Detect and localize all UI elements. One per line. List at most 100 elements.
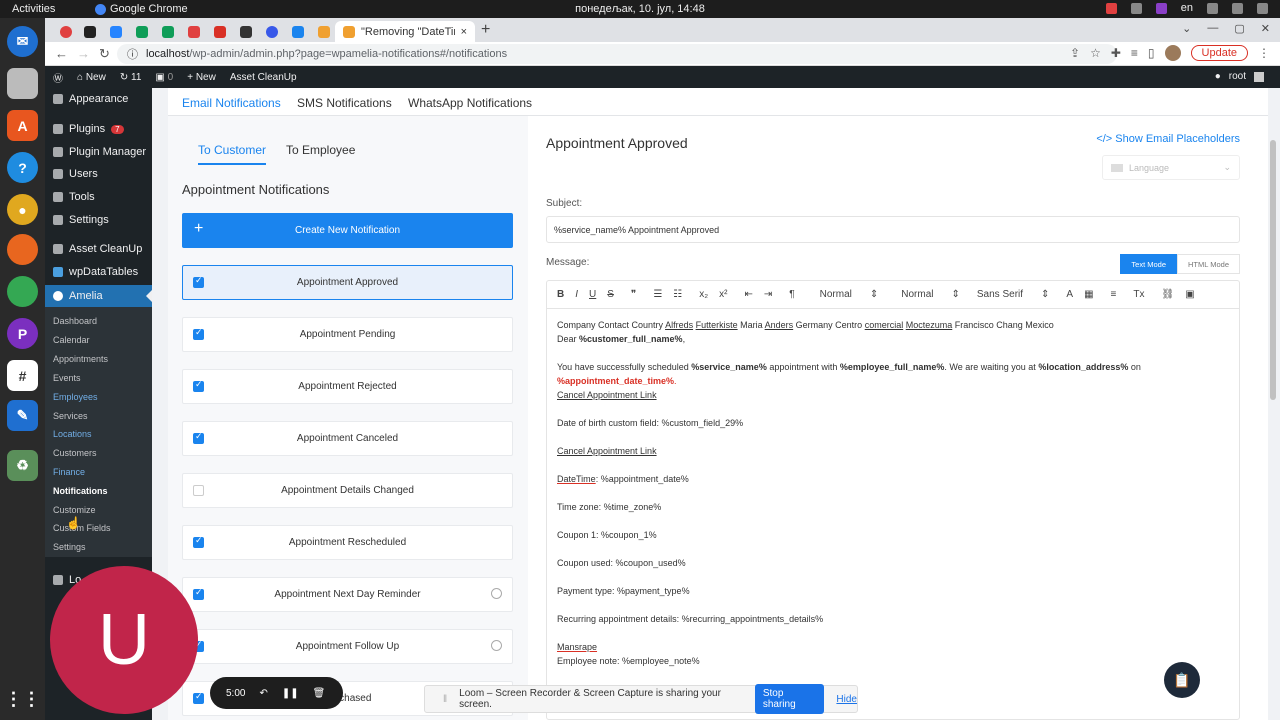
submenu-locations[interactable]: Locations: [53, 429, 92, 439]
clock[interactable]: понедељак, 10. јул, 14:48: [0, 3, 1280, 15]
clear-format-icon[interactable]: Tx: [1133, 289, 1144, 300]
subscript-icon[interactable]: x₂: [699, 289, 708, 300]
comments-link[interactable]: ▣ 0: [155, 72, 173, 83]
bullet-list-icon[interactable]: ☷: [673, 289, 682, 300]
align-icon[interactable]: ≡: [1111, 289, 1117, 300]
notification-checkbox[interactable]: [193, 535, 204, 548]
address-bar[interactable]: ⓘ localhost/wp-admin/admin.php?page=wpam…: [117, 44, 1117, 64]
forward-icon[interactable]: →: [77, 46, 90, 61]
submenu-dashboard[interactable]: Dashboard: [53, 316, 97, 326]
profile-avatar[interactable]: [1164, 45, 1181, 61]
notification-checkbox[interactable]: [193, 379, 204, 392]
chrome-dock-icon[interactable]: [7, 276, 38, 307]
menu-tools[interactable]: Tools: [53, 191, 95, 203]
loom-camera-bubble[interactable]: U: [50, 566, 198, 714]
reading-list-icon[interactable]: ≡: [1131, 46, 1138, 60]
bookmark-star-icon[interactable]: ☆: [1090, 46, 1101, 60]
menu-asset-cleanup[interactable]: Asset CleanUp: [53, 243, 142, 255]
blockquote-icon[interactable]: ❞: [631, 289, 636, 300]
subject-input[interactable]: %service_name% Appointment Approved: [546, 216, 1240, 243]
notification-item[interactable]: Appointment Next Day Reminder: [182, 577, 513, 612]
language-select[interactable]: Language ⌄: [1102, 155, 1240, 180]
notification-item[interactable]: Appointment Pending: [182, 317, 513, 352]
tab-search-icon[interactable]: ⌄: [1182, 22, 1191, 35]
delete-icon[interactable]: 🗑: [313, 688, 326, 699]
create-notification-button[interactable]: + Create New Notification: [182, 213, 513, 248]
minimize-icon[interactable]: —: [1207, 22, 1218, 35]
size-select[interactable]: Normal ⇕: [820, 289, 879, 300]
submenu-calendar[interactable]: Calendar: [53, 335, 90, 345]
share-icon[interactable]: ⇪: [1070, 46, 1080, 60]
tab-sms-notifications[interactable]: SMS Notifications: [297, 96, 392, 110]
tab-active[interactable]: "Removing "DateTime" in ×: [335, 21, 475, 42]
notification-item[interactable]: Appointment Rejected: [182, 369, 513, 404]
cancel-appointment-link[interactable]: Cancel Appointment Link: [557, 390, 657, 400]
text-editor-icon[interactable]: ✎: [7, 400, 38, 431]
italic-icon[interactable]: I: [575, 289, 578, 300]
menu-wpdatatables[interactable]: wpDataTables: [53, 266, 138, 278]
submenu-customize[interactable]: Customize: [53, 505, 96, 515]
home-icon[interactable]: ⌂ New: [77, 72, 106, 83]
drag-handle-icon[interactable]: ‖: [443, 694, 447, 705]
underline-icon[interactable]: U: [589, 289, 596, 300]
support-chat-button[interactable]: 📋: [1164, 662, 1200, 698]
strike-icon[interactable]: S: [607, 289, 614, 300]
show-apps-icon[interactable]: ⋮⋮: [5, 684, 41, 715]
tab-pinned-8[interactable]: [235, 21, 257, 42]
software-center-icon[interactable]: A: [7, 110, 38, 141]
page-scrollbar[interactable]: [1270, 140, 1276, 400]
submenu-custom-fields[interactable]: Custom Fields: [53, 523, 111, 533]
menu-plugin-manager[interactable]: Plugin Manager: [53, 146, 146, 158]
notification-checkbox[interactable]: [193, 485, 204, 496]
html-mode-button[interactable]: HTML Mode: [1177, 254, 1240, 274]
ordered-list-icon[interactable]: ☰: [653, 289, 662, 300]
reload-icon[interactable]: ↻: [99, 46, 110, 62]
pause-icon[interactable]: ❚❚: [282, 688, 299, 699]
tab-pinned-10[interactable]: [287, 21, 309, 42]
tab-pinned-9[interactable]: [261, 21, 283, 42]
tab-to-employee[interactable]: To Employee: [286, 143, 355, 157]
updates-link[interactable]: ↻ 11: [120, 72, 142, 83]
wordpress-logo-icon[interactable]: Ⓦ: [53, 70, 63, 85]
outdent-icon[interactable]: ⇤: [744, 289, 752, 300]
trash-icon[interactable]: ♻: [7, 450, 38, 481]
menu-amelia[interactable]: Amelia: [45, 285, 152, 307]
superscript-icon[interactable]: x²: [719, 289, 727, 300]
notification-item[interactable]: Appointment Details Changed: [182, 473, 513, 508]
help-icon[interactable]: ?: [7, 152, 38, 183]
system-tray[interactable]: en: [1105, 2, 1268, 14]
tab-pinned-4[interactable]: [131, 21, 153, 42]
tab-pinned-3[interactable]: [105, 21, 127, 42]
indent-icon[interactable]: ⇥: [764, 289, 772, 300]
tab-email-notifications[interactable]: Email Notifications: [182, 96, 281, 118]
text-direction-icon[interactable]: ¶: [789, 289, 794, 300]
close-window-icon[interactable]: ✕: [1261, 22, 1270, 35]
submenu-appointments[interactable]: Appointments: [53, 354, 108, 364]
font-select[interactable]: Sans Serif ⇕: [977, 289, 1050, 300]
text-color-icon[interactable]: A: [1066, 289, 1073, 300]
submenu-services[interactable]: Services: [53, 411, 88, 421]
tab-to-customer[interactable]: To Customer: [198, 143, 267, 165]
notification-item[interactable]: Appointment Follow Up: [182, 629, 513, 664]
menu-dots-icon[interactable]: ⋮: [1258, 46, 1270, 60]
record-icon[interactable]: [1105, 2, 1117, 14]
slack-icon[interactable]: [1130, 2, 1142, 14]
close-tab-icon[interactable]: ×: [461, 26, 467, 38]
new-content-link[interactable]: + New: [187, 72, 216, 83]
submenu-finance[interactable]: Finance: [53, 467, 85, 477]
notification-item[interactable]: Appointment Canceled: [182, 421, 513, 456]
submenu-customers[interactable]: Customers: [53, 448, 97, 458]
side-panel-icon[interactable]: ▯: [1148, 46, 1155, 60]
text-mode-button[interactable]: Text Mode: [1120, 254, 1178, 274]
menu-appearance[interactable]: Appearance: [53, 93, 128, 105]
notification-checkbox[interactable]: [193, 327, 204, 340]
link-icon[interactable]: ⛓: [1162, 289, 1175, 300]
power-icon[interactable]: [1257, 2, 1268, 14]
tab-pinned-1[interactable]: [55, 21, 77, 42]
tab-pinned-6[interactable]: [183, 21, 205, 42]
wifi-icon[interactable]: [1207, 2, 1218, 14]
tab-pinned-5[interactable]: [157, 21, 179, 42]
submenu-settings[interactable]: Settings: [53, 542, 86, 552]
stop-sharing-button[interactable]: Stop sharing: [754, 684, 825, 714]
slack-dock-icon[interactable]: #: [7, 360, 38, 391]
